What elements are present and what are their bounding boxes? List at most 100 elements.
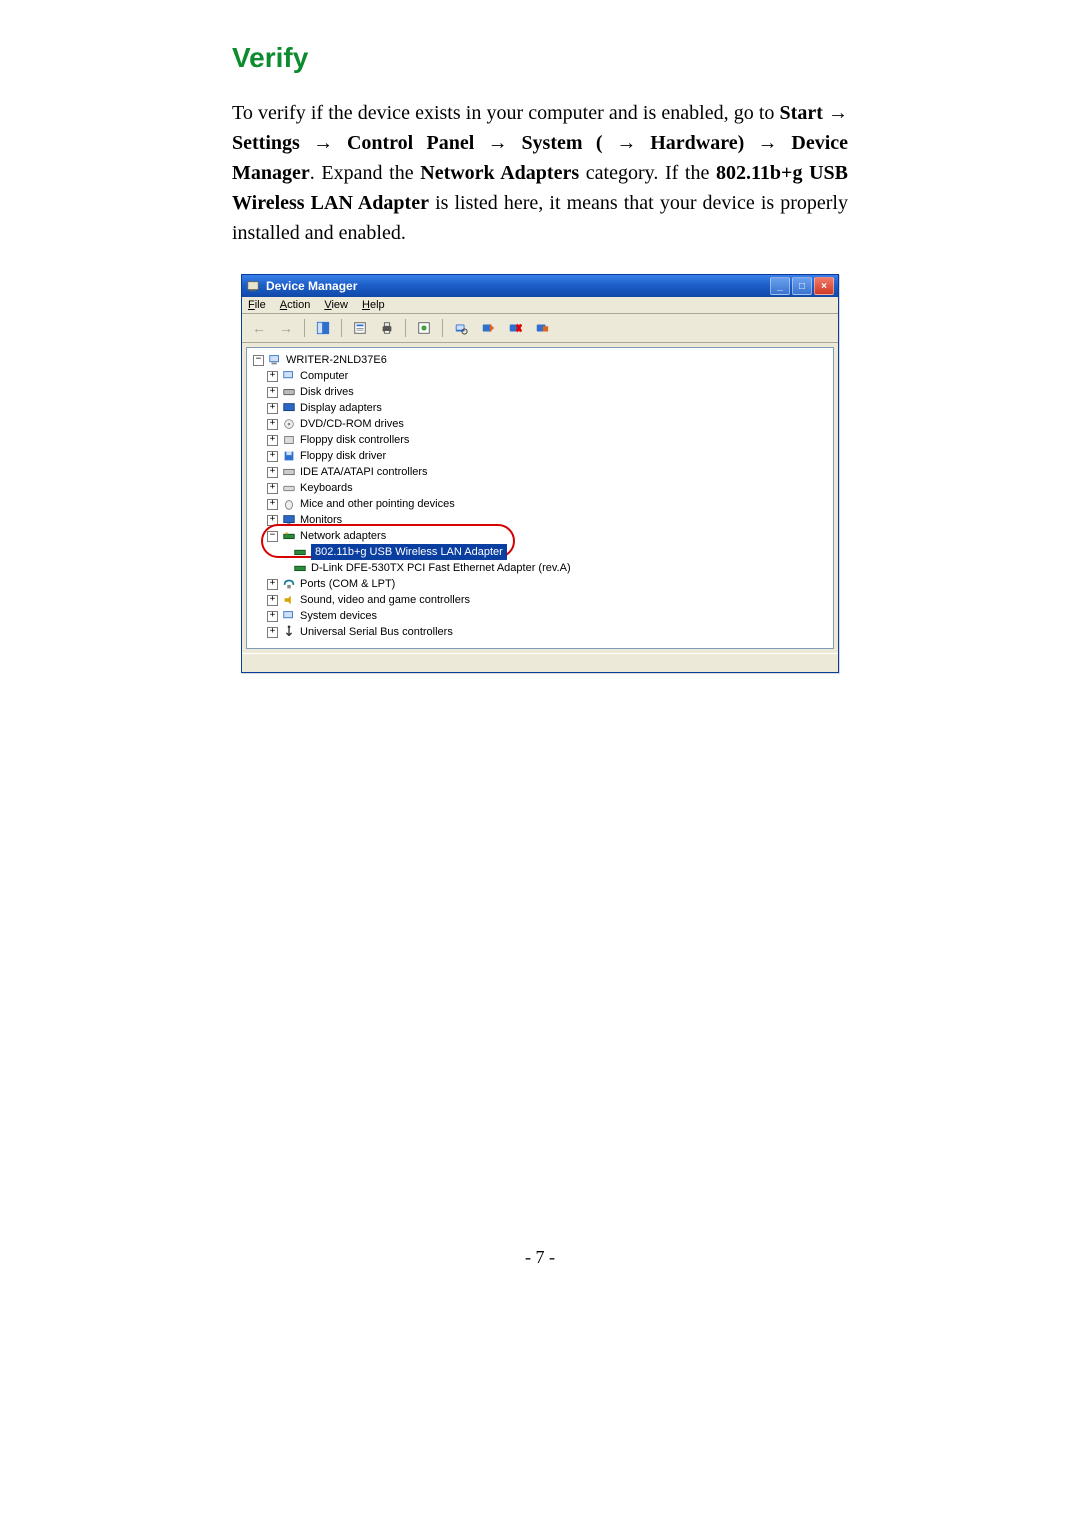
computer-category-icon [282,369,296,383]
nic-icon [293,545,307,559]
tree-item-label: Mice and other pointing devices [300,496,455,512]
device-tree-pane[interactable]: WRITER-2NLD37E6 Computer Disk drives Dis… [246,347,834,649]
floppy-ctrl-icon [282,433,296,447]
separator [442,319,443,337]
selected-device: 802.11b+g USB Wireless LAN Adapter [311,544,507,560]
tree-item[interactable]: System devices [253,608,827,624]
tree-item[interactable]: Computer [253,368,827,384]
tree-item-label: Sound, video and game controllers [300,592,470,608]
screenshot-wrapper: Device Manager _ □ × File Action View He… [232,274,848,673]
separator [405,319,406,337]
usb-icon [282,625,296,639]
text: Expand the [321,162,420,184]
expand-icon[interactable] [267,627,278,638]
ide-icon [282,465,296,479]
text: . [310,162,322,184]
expand-icon[interactable] [267,579,278,590]
menu-view[interactable]: View [324,299,348,311]
uninstall-button[interactable] [477,317,499,339]
tree-item[interactable]: Floppy disk controllers [253,432,827,448]
kw-system: System ( [521,132,602,154]
kw-network-adapters: Network Adapters [420,162,579,184]
tree-item[interactable]: Keyboards [253,480,827,496]
expand-icon[interactable] [267,515,278,526]
tree-item-label: Floppy disk driver [300,448,386,464]
disable-button[interactable] [504,317,526,339]
close-button[interactable]: × [814,277,834,295]
text: category. If the [586,162,716,184]
collapse-icon[interactable] [253,355,264,366]
tree-item[interactable]: Display adapters [253,400,827,416]
tree-item[interactable]: Universal Serial Bus controllers [253,624,827,640]
menu-file[interactable]: File [248,299,266,311]
tree-item-ethernet-adapter[interactable]: D-Link DFE-530TX PCI Fast Ethernet Adapt… [253,560,827,576]
disk-icon [282,385,296,399]
tree-item[interactable]: Monitors [253,512,827,528]
tree-item-network-adapters[interactable]: Network adapters [253,528,827,544]
nic-icon [293,561,307,575]
titlebar: Device Manager _ □ × [242,275,838,297]
device-manager-window: Device Manager _ □ × File Action View He… [241,274,839,673]
expand-icon[interactable] [267,467,278,478]
floppy-drive-icon [282,449,296,463]
arrow-icon: → [828,102,848,124]
expand-icon[interactable] [267,499,278,510]
expand-icon[interactable] [267,387,278,398]
enable-button[interactable] [531,317,553,339]
tree-root[interactable]: WRITER-2NLD37E6 [253,352,827,368]
expand-icon[interactable] [267,611,278,622]
menu-action[interactable]: Action [280,299,311,311]
properties-button[interactable] [349,317,371,339]
expand-icon[interactable] [267,451,278,462]
expand-icon[interactable] [267,595,278,606]
tree-item-label: D-Link DFE-530TX PCI Fast Ethernet Adapt… [311,560,571,576]
tree-item[interactable]: Mice and other pointing devices [253,496,827,512]
device-tree: WRITER-2NLD37E6 Computer Disk drives Dis… [247,348,833,644]
update-driver-button[interactable] [413,317,435,339]
tree-item[interactable]: Ports (COM & LPT) [253,576,827,592]
tree-item[interactable]: Sound, video and game controllers [253,592,827,608]
tree-item-label: Ports (COM & LPT) [300,576,395,592]
show-hide-tree-button[interactable] [312,317,334,339]
back-button[interactable]: ← [248,317,270,339]
tree-item-label: Monitors [300,512,342,528]
tree-item[interactable]: IDE ATA/ATAPI controllers [253,464,827,480]
forward-button[interactable]: → [275,317,297,339]
expand-icon[interactable] [267,419,278,430]
display-icon [282,401,296,415]
tree-item[interactable]: Floppy disk driver [253,448,827,464]
expand-icon[interactable] [267,483,278,494]
tree-item-label: IDE ATA/ATAPI controllers [300,464,428,480]
collapse-icon[interactable] [267,531,278,542]
kw-control-panel: Control Panel [347,132,474,154]
expand-icon[interactable] [267,435,278,446]
tree-item[interactable]: Disk drives [253,384,827,400]
system-icon [282,609,296,623]
window-title: Device Manager [266,279,770,293]
print-button[interactable] [376,317,398,339]
menu-help[interactable]: Help [362,299,385,311]
maximize-button[interactable]: □ [792,277,812,295]
network-icon [282,529,296,543]
tree-item-label: Computer [300,368,348,384]
text: To verify if the device exists in your c… [232,102,780,124]
tree-item[interactable]: DVD/CD-ROM drives [253,416,827,432]
tree-item-label: Universal Serial Bus controllers [300,624,453,640]
scan-hardware-button[interactable] [450,317,472,339]
arrow-icon: → [758,132,792,154]
menu-bar: File Action View Help [242,297,838,314]
tree-item-label: Keyboards [300,480,353,496]
arrow-icon: → [603,132,651,154]
tree-item-label: Disk drives [300,384,354,400]
kw-start: Start [780,102,823,124]
expand-icon[interactable] [267,371,278,382]
section-paragraph: To verify if the device exists in your c… [232,98,848,248]
window-controls: _ □ × [770,277,834,295]
minimize-button[interactable]: _ [770,277,790,295]
separator [304,319,305,337]
tree-item-label: System devices [300,608,377,624]
tree-item-wireless-adapter[interactable]: 802.11b+g USB Wireless LAN Adapter [253,544,827,560]
toolbar: ← → [242,314,838,343]
selected-device-label: 802.11b+g USB Wireless LAN Adapter [311,544,507,560]
expand-icon[interactable] [267,403,278,414]
